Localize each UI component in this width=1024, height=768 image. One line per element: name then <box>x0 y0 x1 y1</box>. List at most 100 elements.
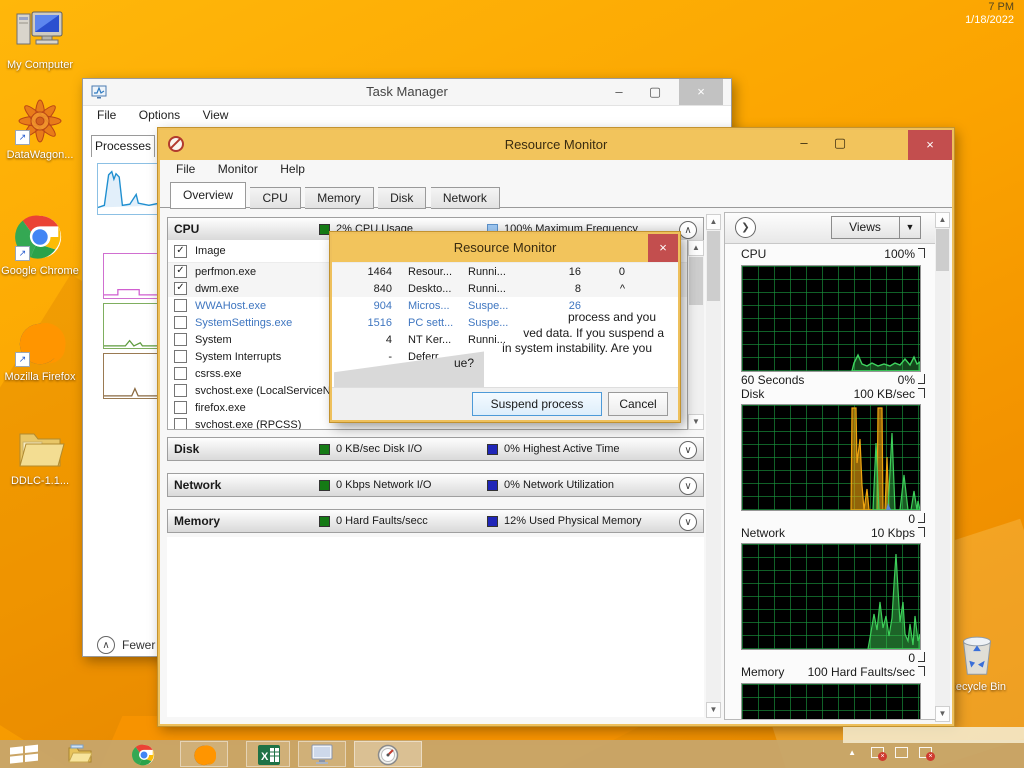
process-table-scrollbar[interactable]: ▲ ▼ <box>688 240 704 430</box>
process-name: System <box>195 333 232 346</box>
close-button[interactable]: × <box>908 130 952 160</box>
close-icon[interactable]: × <box>648 234 678 262</box>
collapse-panel-icon[interactable]: ❯ <box>735 217 756 238</box>
process-checkbox[interactable] <box>174 384 187 397</box>
chrome-taskbar-icon[interactable] <box>132 743 156 767</box>
process-checkbox[interactable] <box>174 418 187 429</box>
fewer-details-button[interactable]: ∧ Fewer <box>97 636 155 654</box>
desktop-icon-ddlc[interactable]: DDLC-1.1... <box>1 422 79 488</box>
expand-chevron-icon[interactable]: ∨ <box>679 513 697 531</box>
section-header[interactable]: Memory 0 Hard Faults/secc 12% Used Physi… <box>167 509 704 533</box>
desktop-icon-label: My Computer <box>6 59 74 71</box>
minimize-button[interactable]: – <box>788 130 820 156</box>
desktop-icon-label: DataWagon... <box>6 149 74 161</box>
menu-file[interactable]: File <box>176 162 195 176</box>
power-icon[interactable] <box>895 747 908 758</box>
scroll-down-icon[interactable]: ▼ <box>688 414 704 430</box>
tray-chevron-icon[interactable]: ▲ <box>848 748 856 757</box>
dialog-titlebar[interactable]: Resource Monitor × <box>332 234 678 262</box>
start-button[interactable] <box>10 744 40 764</box>
resource-monitor-tab[interactable]: CPU <box>250 187 301 209</box>
dialog-title: Resource Monitor <box>453 240 557 255</box>
scroll-down-icon[interactable]: ▼ <box>935 706 950 722</box>
suspend-process-button[interactable]: Suspend process <box>472 392 602 416</box>
process-checkbox[interactable] <box>174 282 187 295</box>
section-header[interactable]: Disk 0 KB/sec Disk I/O 0% Highest Active… <box>167 437 704 461</box>
menu-help[interactable]: Help <box>280 162 305 176</box>
minimize-button[interactable]: – <box>603 79 635 105</box>
network-graph-max: 10 Kbps <box>870 526 915 540</box>
resource-monitor-taskbar-button[interactable] <box>354 741 422 767</box>
process-checkbox[interactable] <box>174 367 187 380</box>
resource-monitor-tab[interactable]: Overview <box>170 182 247 209</box>
scroll-up-icon[interactable]: ▲ <box>688 240 704 256</box>
expand-chevron-icon[interactable]: ∨ <box>679 441 697 459</box>
firefox-taskbar-icon <box>194 745 216 766</box>
resource-monitor-tab[interactable]: Network <box>430 187 500 209</box>
taskbar-clock[interactable]: 7 PM 1/18/2022 <box>965 1 1014 27</box>
views-dropdown[interactable]: Views ▼ <box>831 216 921 239</box>
tab-processes[interactable]: Processes <box>91 135 155 157</box>
scrollbar-thumb[interactable] <box>689 257 703 305</box>
left-pane-empty-area <box>167 537 704 717</box>
menu-monitor[interactable]: Monitor <box>218 162 258 176</box>
process-checkbox[interactable] <box>174 316 187 329</box>
scrollbar-thumb[interactable] <box>707 231 720 301</box>
scroll-down-icon[interactable]: ▼ <box>706 702 721 718</box>
scroll-up-icon[interactable]: ▲ <box>935 212 950 228</box>
memory-faults-graph <box>741 683 921 719</box>
process-name: svchost.exe (RPCSS) <box>195 418 302 430</box>
left-pane-scrollbar[interactable]: ▲ ▼ <box>706 214 721 718</box>
dialog-render-glitch <box>334 351 484 392</box>
process-checkbox[interactable] <box>174 333 187 346</box>
select-all-checkbox[interactable] <box>174 244 187 258</box>
task-manager-menubar: File Options View <box>83 106 731 128</box>
menu-options[interactable]: Options <box>139 108 180 122</box>
recycle-bin-icon <box>951 628 1003 678</box>
process-name: svchost.exe (LocalServiceN... <box>195 384 340 397</box>
datawagon-icon: ↗ <box>14 96 66 146</box>
scrollbar-thumb[interactable] <box>936 229 949 271</box>
process-checkbox[interactable] <box>174 265 187 278</box>
task-manager-titlebar[interactable]: Task Manager – ▢ × <box>83 79 731 106</box>
process-checkbox[interactable] <box>174 401 187 414</box>
menu-view[interactable]: View <box>203 108 229 122</box>
desktop-icon-google-chrome[interactable]: ↗ Google Chrome <box>1 212 79 278</box>
disk-graph-label: Disk <box>741 387 765 401</box>
expand-chevron-icon[interactable]: ∨ <box>679 477 697 495</box>
cpu-graph-min: 0% <box>897 373 915 387</box>
cancel-button[interactable]: Cancel <box>608 392 668 416</box>
scroll-up-icon[interactable]: ▲ <box>706 214 721 230</box>
section-header[interactable]: Network 0 Kbps Network I/O 0% Network Ut… <box>167 473 704 497</box>
dialog-message-line1: process and you <box>567 310 656 324</box>
process-checkbox[interactable] <box>174 299 187 312</box>
maximize-button[interactable]: ▢ <box>824 130 856 156</box>
desktop-icon-mozilla-firefox[interactable]: ↗ Mozilla Firefox <box>1 318 79 384</box>
collapse-chevron-icon[interactable]: ∧ <box>679 221 697 239</box>
desktop-icon-my-computer[interactable]: My Computer <box>1 6 79 72</box>
task-manager-taskbar-button[interactable] <box>298 741 346 767</box>
network-error-icon[interactable]: × <box>919 747 935 761</box>
excel-taskbar-button[interactable]: X <box>246 741 290 767</box>
dialog-footer: Suspend process Cancel <box>332 387 678 420</box>
action-center-error-icon[interactable]: × <box>871 747 887 761</box>
file-explorer-icon[interactable] <box>68 743 92 765</box>
notification-ghost-overlay <box>843 727 1024 743</box>
section-pct-icon <box>487 515 498 527</box>
my-computer-icon <box>14 6 66 56</box>
resource-monitor-tab[interactable]: Disk <box>378 187 427 209</box>
desktop-icon-datawagon[interactable]: ↗ DataWagon... <box>1 96 79 162</box>
process-checkbox[interactable] <box>174 350 187 363</box>
close-button[interactable]: × <box>679 79 723 105</box>
firefox-taskbar-button[interactable] <box>180 741 228 767</box>
process-name: perfmon.exe <box>195 265 257 278</box>
resource-monitor-titlebar[interactable]: Resource Monitor – ▢ × <box>160 130 952 160</box>
maximize-button[interactable]: ▢ <box>639 79 671 105</box>
menu-file[interactable]: File <box>97 108 116 122</box>
network-graph-label: Network <box>741 526 786 540</box>
folder-icon <box>14 422 66 472</box>
resource-monitor-tab[interactable]: Memory <box>305 187 374 209</box>
dialog-message-line2: ved data. If you suspend a <box>523 326 664 340</box>
network-graph-min: 0 <box>908 651 915 665</box>
window-scrollbar[interactable]: ▲ ▼ <box>935 212 950 722</box>
